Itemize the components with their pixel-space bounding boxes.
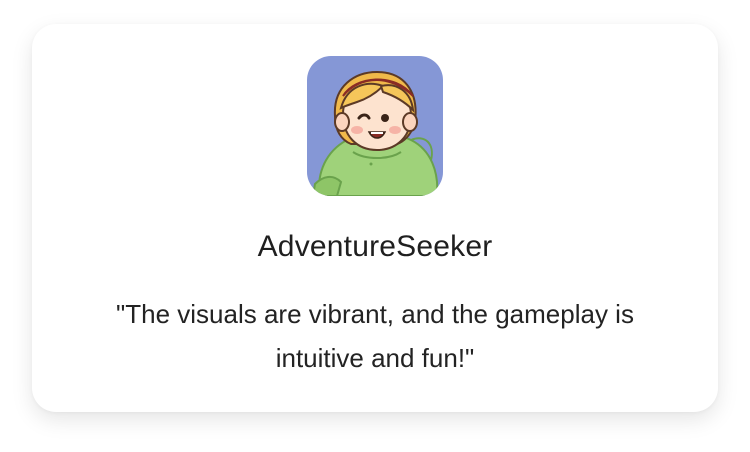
user-avatar [307,56,443,196]
testimonial-quote: "The visuals are vibrant, and the gamepl… [116,299,634,373]
testimonial-card: AdventureSeeker "The visuals are vibrant… [32,24,718,412]
cartoon-girl-avatar-icon [307,56,443,196]
username: AdventureSeeker [257,230,493,263]
